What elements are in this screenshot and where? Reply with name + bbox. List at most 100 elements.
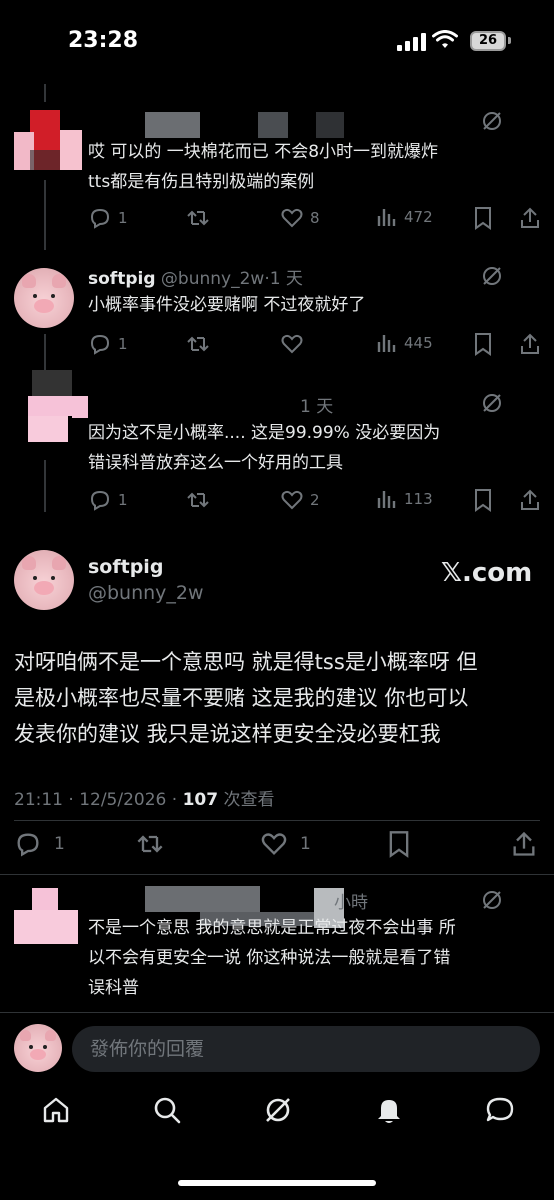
like-count: 2 — [310, 491, 320, 509]
reply-icon — [90, 208, 110, 229]
avatar[interactable] — [14, 268, 74, 328]
grok-icon[interactable] — [481, 110, 503, 132]
tweet-text-line: 对呀咱俩不是一个意思吗 就是得tss是小概率呀 但 — [14, 650, 478, 674]
heart-icon — [281, 490, 303, 510]
reply-input-box[interactable] — [72, 1026, 540, 1072]
share-button[interactable] — [518, 206, 542, 230]
reply-button[interactable]: 1 — [14, 830, 65, 858]
retweet-button[interactable] — [186, 332, 210, 356]
main-tweet-actions: 1 1 — [14, 830, 540, 860]
tweet-timestamp: 21:11 · 12/5/2026 · 107 次查看 — [14, 785, 275, 810]
tweet-actions: 1 445 — [88, 332, 542, 358]
bookmark-icon — [475, 207, 491, 230]
like-button[interactable]: 8 — [280, 206, 320, 230]
share-button[interactable] — [518, 332, 542, 356]
tweet-header: softpig @bunny_2w·1 天 — [88, 264, 303, 289]
avatar[interactable] — [14, 110, 84, 170]
bookmark-button[interactable] — [472, 332, 494, 356]
status-time: 23:28 — [68, 28, 139, 53]
redacted-name — [145, 886, 260, 912]
bell-icon — [378, 1100, 400, 1123]
battery-icon: 26 — [470, 31, 506, 51]
share-button[interactable] — [510, 830, 538, 858]
home-indicator — [178, 1180, 376, 1186]
reply-count: 1 — [118, 209, 128, 227]
user-handle[interactable]: @bunny_2w — [161, 269, 264, 289]
composer-avatar — [14, 1024, 62, 1072]
retweet-icon — [137, 835, 163, 853]
grok-icon[interactable] — [481, 392, 503, 414]
bookmark-button[interactable] — [472, 488, 494, 512]
user-name[interactable]: softpig — [88, 269, 156, 289]
reply-count: 1 — [118, 335, 128, 353]
heart-icon — [281, 208, 303, 228]
battery-level: 26 — [478, 33, 498, 48]
bookmark-icon — [475, 333, 491, 356]
tweet-text-line: 错误科普放弃这么一个好用的工具 — [88, 453, 343, 473]
reply-input[interactable] — [72, 1026, 540, 1072]
tweet-text-line: 是极小概率也尽量不要赌 这是我的建议 你也可以 — [14, 686, 469, 710]
redacted-name — [145, 112, 200, 138]
divider — [14, 820, 540, 821]
reply-button[interactable]: 1 — [88, 488, 128, 512]
retweet-icon — [187, 210, 209, 226]
like-count: 8 — [310, 209, 320, 227]
retweet-button[interactable] — [186, 488, 210, 512]
bookmark-button[interactable] — [472, 206, 494, 230]
like-button[interactable] — [280, 332, 304, 356]
like-button[interactable]: 2 — [280, 488, 320, 512]
grok-icon[interactable] — [481, 889, 503, 911]
tab-home[interactable] — [36, 1090, 76, 1130]
grok-icon[interactable] — [481, 265, 503, 287]
avatar[interactable] — [14, 550, 74, 610]
views-button[interactable]: 472 — [376, 206, 433, 228]
tab-search[interactable] — [147, 1090, 187, 1130]
views-count[interactable]: 107 — [183, 790, 219, 810]
tab-grok[interactable] — [258, 1090, 298, 1130]
search-icon — [154, 1097, 181, 1124]
retweet-button[interactable] — [136, 830, 164, 858]
tab-messages[interactable] — [480, 1090, 520, 1130]
views-icon — [377, 491, 396, 508]
views-button[interactable]: 445 — [376, 332, 433, 354]
tweet-time: 1 天 — [300, 397, 334, 417]
redacted-handle — [258, 112, 288, 138]
heart-icon — [261, 833, 287, 855]
share-button[interactable] — [518, 488, 542, 512]
share-icon — [513, 831, 535, 856]
like-count: 1 — [300, 834, 311, 854]
bookmark-icon — [475, 489, 491, 512]
tweet-actions: 1 8 472 — [88, 206, 542, 232]
tweet-text-line: 不是一个意思 我的意思就是正常过夜不会出事 所 — [88, 918, 456, 938]
views-label: 次查看 — [218, 790, 275, 810]
views-count: 445 — [404, 334, 433, 352]
user-handle[interactable]: @bunny_2w — [88, 582, 204, 604]
thread-line — [44, 460, 46, 512]
views-count: 472 — [404, 208, 433, 226]
divider — [0, 1012, 554, 1013]
retweet-icon — [187, 336, 209, 352]
reply-button[interactable]: 1 — [88, 332, 128, 356]
avatar[interactable] — [14, 888, 78, 944]
reply-icon — [90, 490, 110, 511]
battery-tip — [508, 37, 511, 44]
heart-icon — [281, 334, 303, 354]
divider — [0, 874, 554, 875]
tweet-actions: 1 2 113 — [88, 488, 542, 514]
bottom-tab-bar — [0, 1090, 554, 1150]
thread-line — [44, 180, 46, 250]
tab-notifications[interactable] — [369, 1090, 409, 1130]
like-button[interactable]: 1 — [260, 830, 311, 858]
views-button[interactable]: 113 — [376, 488, 433, 510]
user-name[interactable]: softpig — [88, 556, 163, 578]
share-icon — [521, 489, 539, 510]
views-count: 113 — [404, 490, 433, 508]
reply-button[interactable]: 1 — [88, 206, 128, 230]
tweet-time: ·1 天 — [264, 269, 303, 289]
message-icon — [486, 1097, 514, 1122]
retweet-button[interactable] — [186, 206, 210, 230]
avatar[interactable] — [14, 370, 88, 444]
tweet-text-line: tts都是有伤且特别极端的案例 — [88, 172, 315, 192]
bookmark-button[interactable] — [386, 830, 412, 858]
grok-icon — [266, 1098, 290, 1122]
